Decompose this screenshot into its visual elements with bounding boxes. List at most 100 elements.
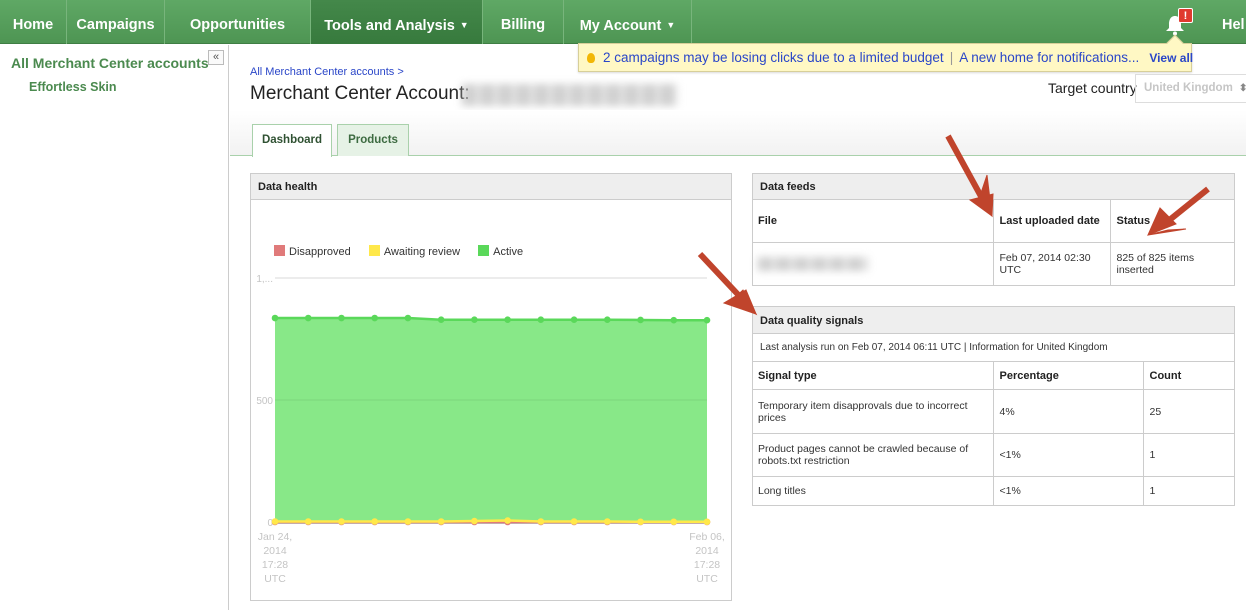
legend-label: Disapproved — [289, 246, 351, 258]
active-point — [271, 314, 279, 322]
sidebar-item-all-accounts[interactable]: All Merchant Center accounts — [11, 55, 209, 71]
data-quality-title: Data quality signals — [753, 307, 1234, 334]
count-cell: 25 — [1142, 389, 1235, 434]
active-area — [275, 318, 707, 522]
nav-home[interactable]: Home — [0, 0, 67, 44]
notification-separator: | — [949, 50, 954, 65]
table-row: Feb 07, 2014 02:30 UTC 825 of 825 items … — [752, 242, 1235, 285]
active-point — [437, 316, 445, 324]
table-row: Temporary item disapprovals due to incor… — [752, 389, 1235, 434]
active-point — [537, 316, 545, 324]
x-tick-label: 17:28 — [262, 559, 288, 571]
awaiting-review-point — [437, 518, 445, 525]
y-tick-label: 500 — [256, 396, 273, 407]
analysis-info: Last analysis run on Feb 07, 2014 06:11 … — [753, 334, 1234, 362]
column-last-uploaded: Last uploaded date — [992, 199, 1111, 243]
legend-label: Active — [493, 246, 524, 258]
signal-type-cell: Temporary item disapprovals due to incor… — [752, 389, 994, 434]
legend-awaiting-review[interactable]: Awaiting review — [368, 245, 461, 258]
x-tick-label: 17:28 — [694, 559, 720, 571]
nav-label: Billing — [500, 17, 546, 33]
nav-label: Tools and Analysis — [324, 18, 455, 34]
target-country-select[interactable]: United Kingdom ⬍ — [1135, 74, 1246, 103]
active-point — [338, 314, 345, 322]
column-count: Count — [1142, 361, 1235, 390]
target-country-label: Target country — [1048, 80, 1137, 96]
tab-products[interactable]: Products — [337, 124, 409, 156]
redacted-account-name — [462, 84, 678, 106]
table-header-row: File Last uploaded date Status — [752, 199, 1235, 243]
nav-opportunities[interactable]: Opportunities — [165, 0, 311, 44]
table-row: Long titles <1% 1 — [752, 476, 1235, 505]
percentage-cell: <1% — [992, 433, 1144, 477]
column-file: File — [752, 199, 994, 243]
nav-campaigns[interactable]: Campaigns — [67, 0, 165, 44]
x-tick-label: 2014 — [263, 545, 287, 557]
notification-message-home[interactable]: A new home for notifications... — [959, 50, 1139, 65]
chart-legend: Disapproved Awaiting review Active — [274, 245, 538, 258]
active-point — [471, 316, 478, 324]
awaiting-review-point — [604, 518, 611, 525]
signal-type-cell: Product pages cannot be crawled because … — [752, 433, 994, 477]
nav-label: Campaigns — [76, 17, 155, 33]
active-point — [304, 314, 312, 322]
nav-help[interactable]: Hel — [1222, 0, 1245, 50]
legend-swatch-awaiting — [368, 245, 380, 256]
view-all-link[interactable]: View all — [1149, 51, 1193, 65]
legend-disapproved[interactable]: Disapproved — [274, 245, 351, 258]
data-health-chart: 05001,...Jan 24,201417:28UTCFeb 06,20141… — [256, 274, 725, 585]
y-tick-label: 1,... — [256, 274, 273, 285]
caret-down-icon: ▼ — [459, 20, 469, 30]
nav-label: My Account — [579, 18, 662, 34]
nav-label: Opportunities — [189, 17, 286, 33]
awaiting-review-point — [537, 518, 545, 525]
awaiting-review-point — [570, 518, 578, 525]
data-quality-panel: Data quality signals Last analysis run o… — [752, 306, 1235, 506]
awaiting-review-point — [304, 518, 312, 525]
nav-billing[interactable]: Billing — [483, 0, 564, 44]
x-tick-label: Feb 06, — [689, 531, 725, 543]
sidebar-item-effortless-skin[interactable]: Effortless Skin — [29, 80, 117, 94]
feed-file-cell[interactable] — [752, 242, 994, 285]
data-feeds-title: Data feeds — [753, 174, 1234, 200]
legend-swatch-active — [478, 245, 490, 256]
notification-badge[interactable]: ! — [1178, 8, 1193, 23]
percentage-cell: 4% — [992, 389, 1144, 434]
x-tick-label: Jan 24, — [258, 531, 292, 543]
x-tick-label: UTC — [696, 573, 718, 585]
nav-tools-and-analysis[interactable]: Tools and Analysis ▼ — [311, 0, 483, 44]
awaiting-review-point — [271, 518, 279, 525]
collapse-sidebar-icon[interactable]: « — [208, 50, 224, 65]
active-point — [504, 316, 511, 324]
x-tick-label: UTC — [264, 573, 286, 585]
legend-label: Awaiting review — [383, 246, 461, 258]
table-header-row: Signal type Percentage Count — [752, 361, 1235, 390]
nav-my-account[interactable]: My Account ▼ — [564, 0, 692, 44]
table-row: Product pages cannot be crawled because … — [752, 433, 1235, 477]
tab-dashboard[interactable]: Dashboard — [252, 124, 332, 157]
active-point — [670, 316, 678, 324]
redacted-file-name — [758, 256, 868, 271]
percentage-cell: <1% — [992, 476, 1144, 505]
awaiting-review-point — [371, 518, 378, 525]
tab-bar: Dashboard Products — [230, 110, 1246, 157]
active-point — [637, 316, 644, 324]
column-percentage: Percentage — [992, 361, 1144, 390]
top-nav: Home Campaigns Opportunities Tools and A… — [0, 0, 1246, 44]
notification-message-budget[interactable]: 2 campaigns may be losing clicks due to … — [603, 50, 944, 65]
notification-bar: 2 campaigns may be losing clicks due to … — [578, 34, 1193, 72]
signal-type-cell: Long titles — [752, 476, 994, 505]
awaiting-review-point — [404, 518, 412, 525]
active-point — [703, 316, 711, 324]
legend-active[interactable]: Active — [478, 245, 524, 258]
breadcrumb[interactable]: All Merchant Center accounts > — [250, 66, 404, 78]
nav-label: Home — [12, 17, 54, 33]
active-point — [404, 314, 412, 322]
data-health-title: Data health — [251, 174, 731, 200]
data-feeds-panel: Data feeds File Last uploaded date Statu… — [752, 173, 1235, 286]
sidebar: All Merchant Center accounts Effortless … — [0, 45, 229, 610]
active-point — [371, 314, 378, 322]
active-point — [570, 316, 578, 324]
count-cell: 1 — [1142, 433, 1235, 477]
data-feeds-table: File Last uploaded date Status Feb 07, 2… — [752, 199, 1235, 285]
